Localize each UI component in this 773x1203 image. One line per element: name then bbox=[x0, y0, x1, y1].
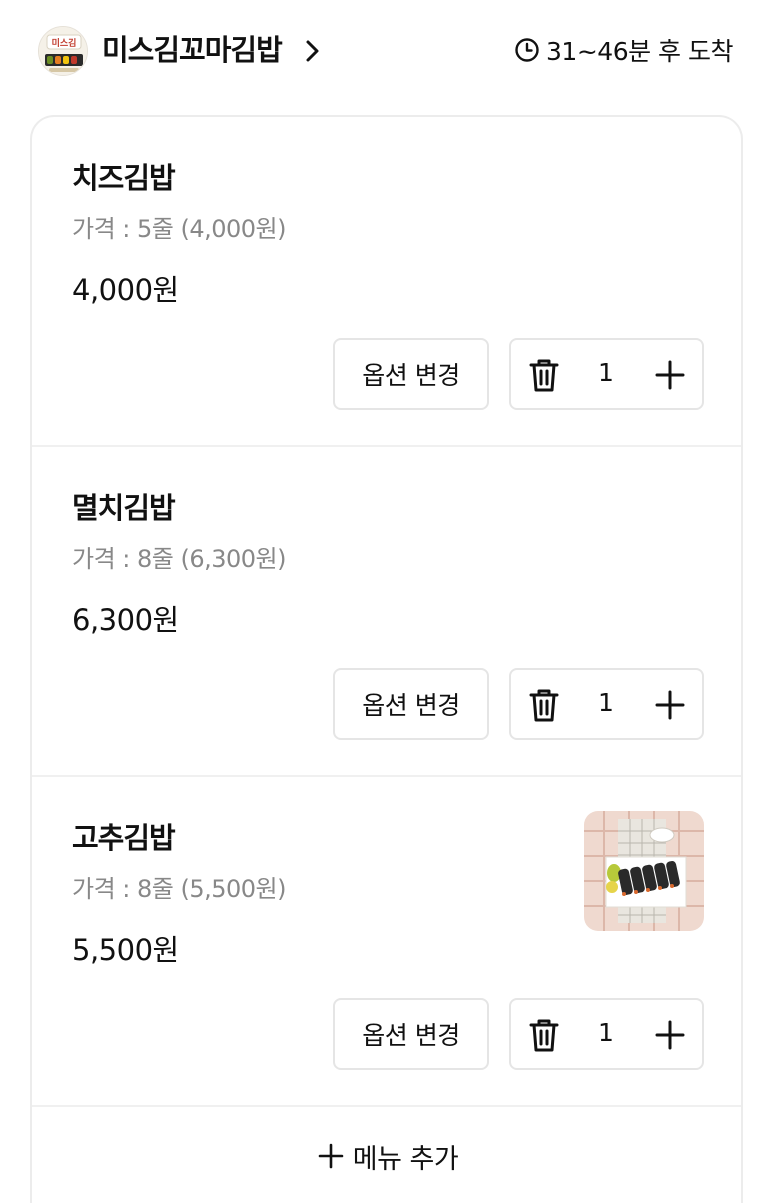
trash-icon[interactable] bbox=[527, 687, 561, 723]
quantity-value: 1 bbox=[598, 1018, 614, 1047]
quantity-stepper: 1 bbox=[509, 338, 704, 410]
item-name: 고추김밥 bbox=[72, 821, 176, 855]
cart-item: 고추김밥 가격 : 8줄 (5,500원) 5,500원 옵션 변경 1 bbox=[32, 777, 741, 1107]
quantity-value: 1 bbox=[598, 358, 614, 387]
change-option-button[interactable]: 옵션 변경 bbox=[333, 338, 489, 410]
item-price: 6,300원 bbox=[72, 603, 179, 637]
store-logo-image: 미스김 bbox=[39, 27, 87, 75]
cart-item: 치즈김밥 가격 : 5줄 (4,000원) 4,000원 옵션 변경 1 bbox=[32, 117, 741, 447]
store-name[interactable]: 미스김꼬마김밥 bbox=[102, 30, 283, 70]
delivery-eta: 31~46분 후 도착 bbox=[514, 32, 733, 68]
plus-icon bbox=[318, 1143, 344, 1169]
item-photo bbox=[584, 811, 704, 931]
quantity-stepper: 1 bbox=[509, 998, 704, 1070]
plus-icon[interactable] bbox=[653, 688, 687, 722]
clock-icon bbox=[515, 38, 539, 62]
change-option-button[interactable]: 옵션 변경 bbox=[333, 998, 489, 1070]
plus-icon[interactable] bbox=[653, 358, 687, 392]
item-name: 치즈김밥 bbox=[72, 161, 176, 195]
item-price: 5,500원 bbox=[72, 933, 179, 967]
item-name: 멸치김밥 bbox=[72, 491, 176, 525]
add-menu-label: 메뉴 추가 bbox=[352, 1143, 459, 1175]
store-logo[interactable]: 미스김 bbox=[38, 26, 88, 76]
eta-text: 31~46분 후 도착 bbox=[546, 37, 733, 66]
change-option-button[interactable]: 옵션 변경 bbox=[333, 668, 489, 740]
cart-card: 치즈김밥 가격 : 5줄 (4,000원) 4,000원 옵션 변경 1 멸치김… bbox=[30, 115, 743, 1203]
cart-item: 멸치김밥 가격 : 8줄 (6,300원) 6,300원 옵션 변경 1 bbox=[32, 447, 741, 777]
trash-icon[interactable] bbox=[527, 1017, 561, 1053]
quantity-value: 1 bbox=[598, 688, 614, 717]
store-header: 미스김 미스김꼬마김밥 31~46분 후 도착 bbox=[0, 0, 773, 105]
chevron-right-icon[interactable] bbox=[298, 36, 328, 66]
trash-icon[interactable] bbox=[527, 357, 561, 393]
item-thumbnail[interactable] bbox=[584, 811, 704, 931]
quantity-stepper: 1 bbox=[509, 668, 704, 740]
plus-icon[interactable] bbox=[653, 1018, 687, 1052]
item-option: 가격 : 8줄 (5,500원) bbox=[72, 875, 287, 903]
store-logo-text: 미스김 bbox=[52, 37, 77, 49]
item-option: 가격 : 5줄 (4,000원) bbox=[72, 215, 287, 243]
item-price: 4,000원 bbox=[72, 273, 179, 307]
add-menu-button[interactable]: 메뉴 추가 bbox=[32, 1107, 741, 1203]
item-option: 가격 : 8줄 (6,300원) bbox=[72, 545, 287, 573]
